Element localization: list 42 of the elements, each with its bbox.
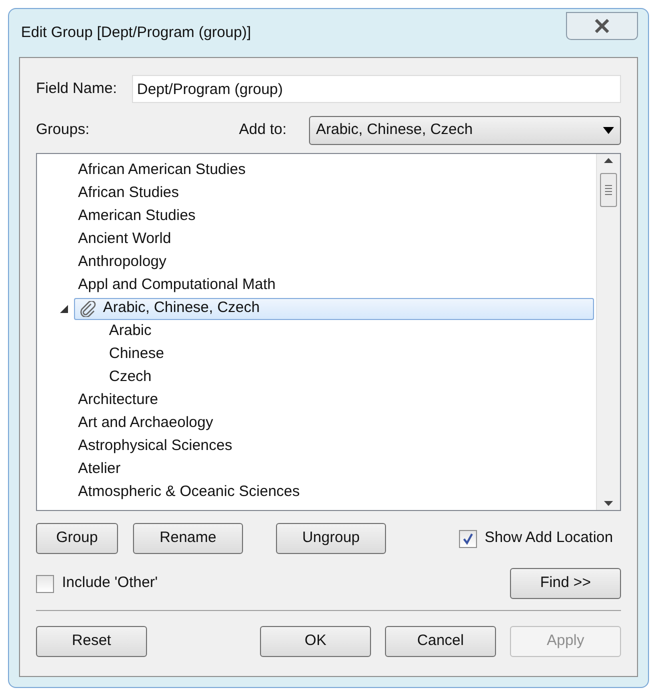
tree-item[interactable]: Art and Archaeology (74, 412, 594, 434)
dialog-button[interactable]: Reset (36, 626, 147, 657)
close-icon (594, 19, 610, 33)
checkmark-icon (462, 532, 474, 544)
field-name-label: Field Name: (36, 78, 118, 99)
window-title: Edit Group [Dept/Program (group)] (21, 22, 252, 43)
find-button[interactable]: Find >> (510, 568, 621, 599)
scrollbar[interactable] (596, 154, 620, 510)
tree-item[interactable]: African Studies (74, 182, 594, 204)
paperclip-icon (79, 300, 97, 316)
group-item[interactable]: Arabic, Chinese, Czech (74, 298, 594, 320)
tree-item[interactable]: Arabic (74, 320, 594, 342)
tree-item[interactable]: Anthropology (74, 252, 594, 274)
tree-item[interactable]: Architecture (74, 390, 594, 412)
tree-item[interactable]: Atmospheric & Oceanic Sciences (74, 482, 594, 504)
field-name-input[interactable]: Dept/Program (group) (132, 75, 621, 103)
show-add-location-label: Show Add Location (484, 528, 613, 548)
include-other-label: Include 'Other' (62, 573, 158, 594)
tree-item[interactable]: Chinese (74, 344, 594, 366)
tree-item[interactable]: Appl and Computational Math (74, 274, 594, 296)
tree-item[interactable]: Ancient World (74, 228, 594, 250)
group-action-button[interactable]: Ungroup (276, 523, 386, 554)
show-add-location-checkbox[interactable] (458, 530, 477, 548)
scroll-down-icon[interactable] (604, 501, 613, 506)
close-button[interactable] (566, 12, 638, 40)
tree-item[interactable]: American Studies (74, 206, 594, 228)
tree-item[interactable]: Atelier (74, 458, 594, 480)
group-action-button[interactable]: Rename (133, 523, 243, 554)
scroll-up-icon[interactable] (604, 158, 613, 163)
dropdown-arrow-icon (603, 127, 614, 134)
expanded-triangle-icon[interactable] (60, 304, 68, 312)
add-to-dropdown[interactable]: Arabic, Chinese, Czech (309, 116, 621, 145)
tree-item[interactable]: Czech (74, 366, 594, 388)
include-other-checkbox[interactable] (36, 574, 54, 592)
dialog-button[interactable]: Cancel (385, 626, 496, 657)
add-to-label: Add to: (239, 120, 288, 140)
dialog-button[interactable]: OK (260, 626, 371, 657)
scroll-thumb[interactable] (600, 173, 617, 207)
group-action-button[interactable]: Group (36, 523, 118, 554)
tree-item[interactable]: African American Studies (74, 160, 594, 182)
tree-item[interactable]: Astrophysical Sciences (74, 436, 594, 458)
groups-label: Groups: (36, 120, 90, 140)
